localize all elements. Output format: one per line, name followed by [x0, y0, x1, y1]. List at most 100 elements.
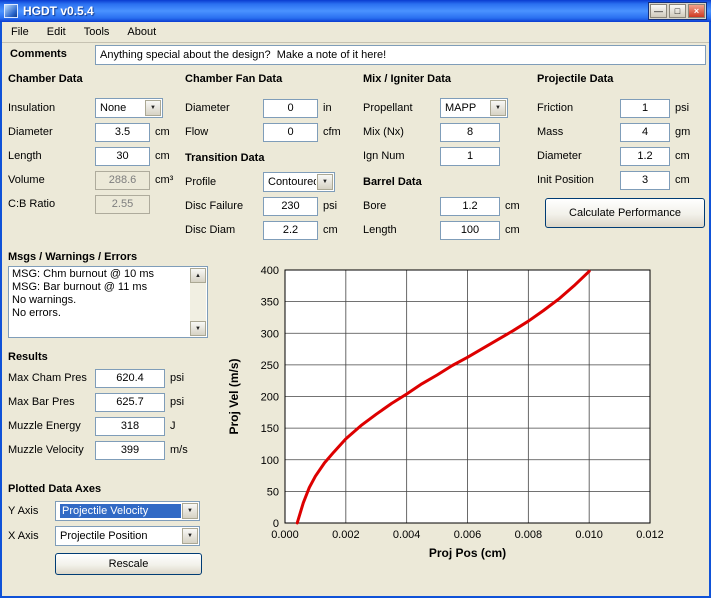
bore-input[interactable] [440, 197, 500, 216]
message-item[interactable]: No errors. [12, 307, 189, 320]
message-item[interactable]: MSG: Bar burnout @ 11 ms [12, 281, 189, 294]
mass-unit: gm [675, 126, 690, 138]
maximize-button[interactable]: □ [669, 4, 686, 18]
svg-text:0.008: 0.008 [515, 529, 543, 541]
muzzle-velocity-row: Muzzle Velocity m/s [8, 438, 220, 462]
fan-flow-input[interactable] [263, 123, 318, 142]
ign-num-input[interactable] [440, 147, 500, 166]
profile-label: Profile [185, 176, 263, 188]
window-title: HGDT v0.5.4 [23, 4, 94, 18]
max-bar-pres-label: Max Bar Pres [8, 396, 95, 408]
chevron-down-icon[interactable]: ▼ [490, 100, 506, 116]
fan-diameter-input[interactable] [263, 99, 318, 118]
ign-num-row: Ign Num [363, 144, 535, 168]
fan-flow-row: Flow cfm [185, 120, 361, 144]
muzzle-energy-unit: J [170, 420, 176, 432]
chevron-down-icon[interactable]: ▼ [145, 100, 161, 116]
plotted-axes-title: Plotted Data Axes [8, 483, 220, 498]
message-item[interactable]: MSG: Chm burnout @ 10 ms [12, 268, 189, 281]
svg-text:150: 150 [261, 423, 279, 435]
max-cham-pres-output[interactable] [95, 369, 165, 388]
x-axis-select[interactable]: Projectile Position ▼ [55, 526, 200, 546]
close-button[interactable]: × [688, 4, 705, 18]
chamber-length-input[interactable] [95, 147, 150, 166]
comments-input[interactable] [95, 45, 706, 65]
svg-text:350: 350 [261, 297, 279, 309]
muzzle-energy-row: Muzzle Energy J [8, 414, 220, 438]
title-bar[interactable]: HGDT v0.5.4 — □ × [0, 0, 711, 22]
barrel-data-title: Barrel Data [363, 168, 535, 194]
barrel-length-input[interactable] [440, 221, 500, 240]
muzzle-velocity-label: Muzzle Velocity [8, 444, 95, 456]
calculate-performance-button[interactable]: Calculate Performance [545, 198, 705, 228]
chamber-diameter-input[interactable] [95, 123, 150, 142]
chamber-volume-row: Volume cm³ [8, 168, 184, 192]
muzzle-energy-output[interactable] [95, 417, 165, 436]
comments-label: Comments [10, 48, 67, 60]
svg-text:400: 400 [261, 265, 279, 277]
mix-nx-input[interactable] [440, 123, 500, 142]
menu-about[interactable]: About [118, 24, 165, 40]
scroll-up-icon[interactable]: ▲ [190, 268, 206, 283]
menu-file[interactable]: File [2, 24, 38, 40]
friction-input[interactable] [620, 99, 670, 118]
listbox-scrollbar[interactable]: ▲ ▼ [190, 268, 206, 336]
max-bar-pres-output[interactable] [95, 393, 165, 412]
profile-select[interactable]: Contoured ▼ [263, 172, 335, 192]
chamber-data-title: Chamber Data [8, 73, 184, 96]
chevron-down-icon[interactable]: ▼ [182, 528, 198, 544]
max-cham-pres-label: Max Cham Pres [8, 372, 95, 384]
disc-diam-label: Disc Diam [185, 224, 263, 236]
chevron-down-icon[interactable]: ▼ [182, 503, 198, 519]
chamber-diameter-row: Diameter cm [8, 120, 184, 144]
y-axis-select[interactable]: Projectile Velocity ▼ [55, 501, 200, 521]
chamber-length-row: Length cm [8, 144, 184, 168]
barrel-length-label: Length [363, 224, 440, 236]
propellant-select[interactable]: MAPP ▼ [440, 98, 508, 118]
menu-tools[interactable]: Tools [75, 24, 119, 40]
menu-bar: File Edit Tools About [2, 22, 709, 43]
messages-listbox[interactable]: MSG: Chm burnout @ 10 ms MSG: Bar burnou… [8, 266, 208, 338]
svg-text:50: 50 [267, 486, 279, 498]
insulation-select[interactable]: None ▼ [95, 98, 163, 118]
propellant-value: MAPP [445, 102, 489, 114]
projectile-diameter-input[interactable] [620, 147, 670, 166]
svg-text:0.000: 0.000 [271, 529, 299, 541]
bore-label: Bore [363, 200, 440, 212]
x-axis-label: X Axis [8, 530, 55, 542]
disc-diam-input[interactable] [263, 221, 318, 240]
friction-unit: psi [675, 102, 689, 114]
projectile-data-title: Projectile Data [537, 73, 707, 96]
chamber-volume-unit: cm³ [155, 174, 173, 186]
scroll-down-icon[interactable]: ▼ [190, 321, 206, 336]
mix-barrel-section: Mix / Igniter Data Propellant MAPP ▼ Mix… [363, 73, 535, 242]
chevron-down-icon[interactable]: ▼ [317, 174, 333, 190]
svg-text:0: 0 [273, 518, 279, 530]
fan-flow-label: Flow [185, 126, 263, 138]
message-item[interactable]: No warnings. [12, 294, 189, 307]
init-position-label: Init Position [537, 174, 620, 186]
propellant-label: Propellant [363, 102, 440, 114]
svg-text:0.004: 0.004 [393, 529, 421, 541]
fan-flow-unit: cfm [323, 126, 341, 138]
transition-data-title: Transition Data [185, 144, 361, 170]
disc-failure-label: Disc Failure [185, 200, 263, 212]
mass-input[interactable] [620, 123, 670, 142]
menu-edit[interactable]: Edit [38, 24, 75, 40]
disc-diam-unit: cm [323, 224, 338, 236]
fan-diameter-row: Diameter in [185, 96, 361, 120]
barrel-length-unit: cm [505, 224, 520, 236]
disc-failure-input[interactable] [263, 197, 318, 216]
projectile-data-section: Projectile Data Friction psi Mass gm Dia… [537, 73, 707, 228]
minimize-button[interactable]: — [650, 4, 667, 18]
chamber-volume-output [95, 171, 150, 190]
muzzle-velocity-output[interactable] [95, 441, 165, 460]
svg-text:0.012: 0.012 [636, 529, 664, 541]
fan-transition-section: Chamber Fan Data Diameter in Flow cfm Tr… [185, 73, 361, 242]
max-bar-pres-unit: psi [170, 396, 184, 408]
projectile-diameter-unit: cm [675, 150, 690, 162]
y-axis-value: Projectile Velocity [60, 504, 181, 518]
init-position-input[interactable] [620, 171, 670, 190]
rescale-button[interactable]: Rescale [55, 553, 202, 575]
mass-label: Mass [537, 126, 620, 138]
